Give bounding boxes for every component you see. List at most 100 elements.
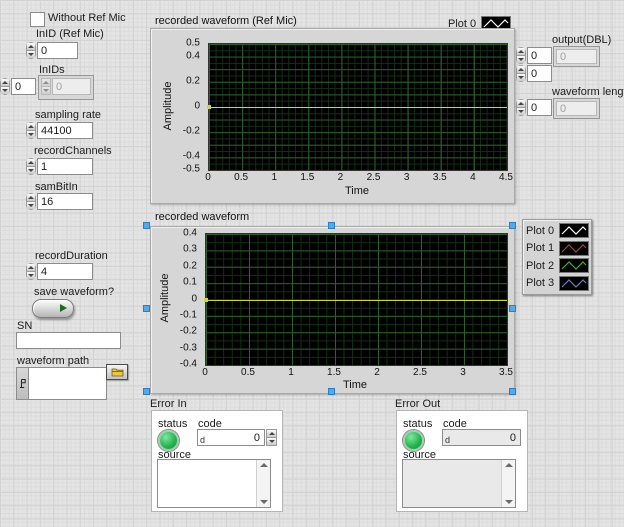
selection-handle-top-left[interactable] (143, 222, 150, 229)
x-tick-label: 0 (205, 172, 211, 183)
y-tick-label: 0.2 (186, 75, 200, 86)
graph1-zero-line (209, 107, 507, 108)
record-duration-numeric[interactable]: 4 (26, 263, 93, 280)
selection-handle-top-right[interactable] (509, 222, 516, 229)
error-out-source-scrollbar[interactable] (501, 460, 515, 507)
error-in-status-led[interactable] (158, 430, 179, 451)
waveform-path-control[interactable] (16, 367, 107, 400)
y-tick-label: 0.4 (186, 50, 200, 61)
without-ref-mic-checkbox[interactable] (30, 12, 45, 27)
x-tick-label: 1 (271, 172, 277, 183)
x-tick-label: 2 (374, 367, 380, 378)
output-dbl-index1-spinner[interactable] (516, 47, 526, 64)
legend-item[interactable]: Plot 3 (526, 275, 588, 292)
graph1-plot-area[interactable] (208, 43, 508, 171)
y-tick-label: -0.1 (180, 309, 197, 320)
inids-element-value[interactable]: 0 (52, 78, 91, 95)
x-tick-label: 3 (404, 172, 410, 183)
sampling-rate-label: sampling rate (35, 109, 101, 121)
without-ref-mic-label: Without Ref Mic (48, 12, 126, 24)
inid-value[interactable]: 0 (37, 42, 78, 59)
sam-bit-in-spinner[interactable] (26, 193, 36, 210)
save-waveform-toggle-button[interactable] (32, 299, 74, 318)
scroll-up-icon[interactable] (505, 463, 513, 467)
sn-input[interactable] (16, 332, 121, 349)
inids-index-spinner[interactable] (0, 78, 10, 95)
selection-handle-mid-left[interactable] (143, 305, 150, 312)
error-in-source-scrollbar[interactable] (256, 460, 270, 507)
waveform-length-index-spinner[interactable] (516, 99, 526, 116)
x-tick-label: 4 (470, 172, 476, 183)
browse-folder-button[interactable] (106, 364, 128, 380)
plot-line-icon (559, 276, 589, 291)
error-in-source-field[interactable] (157, 459, 271, 508)
waveform-length-index[interactable]: 0 (516, 99, 552, 116)
graph2-x-ticks: 00.511.522.533.5 (205, 367, 506, 379)
output-dbl-element-frame: 0 (553, 46, 600, 67)
output-dbl-index1-value[interactable]: 0 (527, 47, 552, 64)
record-duration-value[interactable]: 4 (37, 263, 93, 280)
inids-index-value[interactable]: 0 (11, 78, 36, 95)
legend-item-label: Plot 0 (526, 225, 554, 237)
waveform-length-index-value[interactable]: 0 (527, 99, 552, 116)
selection-handle-bottom-left[interactable] (143, 388, 150, 395)
legend-item-label: Plot 2 (526, 260, 554, 272)
legend-item[interactable]: Plot 0 (526, 222, 588, 239)
x-tick-label: 0.5 (241, 367, 255, 378)
y-tick-label: 0.2 (183, 260, 197, 271)
output-dbl-index2-value[interactable]: 0 (527, 65, 552, 82)
y-tick-label: -0.5 (183, 164, 200, 175)
error-in-title: Error In (150, 398, 187, 410)
x-tick-label: 2.5 (413, 367, 427, 378)
x-tick-label: 0 (202, 367, 208, 378)
selection-handle-bottom-mid[interactable] (328, 388, 335, 395)
record-duration-spinner[interactable] (26, 263, 36, 280)
selection-handle-mid-right[interactable] (509, 305, 516, 312)
inid-numeric[interactable]: 0 (26, 42, 78, 59)
record-channels-value[interactable]: 1 (37, 158, 93, 175)
record-channels-spinner[interactable] (26, 158, 36, 175)
legend-item[interactable]: Plot 2 (526, 257, 588, 274)
waveform-graph[interactable]: 0.40.30.20.10-0.1-0.2-0.3-0.4 00.511.522… (150, 226, 515, 394)
error-in-code-spinner[interactable] (266, 429, 277, 446)
graph1-y-axis-label: Amplitude (162, 82, 174, 131)
graph2-y-axis-label: Amplitude (159, 274, 171, 323)
inids-element[interactable]: 0 (41, 78, 91, 95)
sam-bit-in-value[interactable]: 16 (37, 193, 93, 210)
selection-handle-bottom-right[interactable] (509, 388, 516, 395)
sampling-rate-spinner[interactable] (26, 122, 36, 139)
waveform-graph-ref-mic[interactable]: 0.50.40.20-0.2-0.4-0.5 00.511.522.533.54… (150, 28, 515, 204)
inids-element-frame: 0 (38, 75, 94, 100)
error-out-status-led (403, 430, 424, 451)
legend-item[interactable]: Plot 1 (526, 240, 588, 257)
inid-spinner[interactable] (26, 42, 36, 59)
plot-line-icon (559, 241, 589, 256)
folder-icon (111, 367, 124, 377)
output-dbl-index2[interactable]: 0 (516, 65, 552, 82)
waveform-path-value[interactable] (28, 367, 107, 400)
output-dbl-index2-spinner[interactable] (516, 65, 526, 82)
output-dbl-label: output(DBL) (552, 34, 611, 46)
graph2-legend[interactable]: Plot 0 Plot 1 Plot 2 Plot 3 (522, 219, 592, 295)
sampling-rate-numeric[interactable]: 44100 (26, 122, 93, 139)
x-tick-label: 1.5 (300, 172, 314, 183)
green-arrow-icon (60, 304, 67, 312)
record-channels-numeric[interactable]: 1 (26, 158, 93, 175)
error-in-code-field[interactable]: d 0 (197, 429, 265, 446)
output-dbl-index1[interactable]: 0 (516, 47, 552, 64)
selection-handle-top-mid[interactable] (328, 222, 335, 229)
inids-element-spinner[interactable] (41, 78, 51, 95)
scroll-up-icon[interactable] (260, 463, 268, 467)
path-type-icon[interactable] (16, 367, 28, 400)
plot-line-icon (559, 258, 589, 273)
sampling-rate-value[interactable]: 44100 (37, 122, 93, 139)
y-tick-label: -0.4 (180, 359, 197, 370)
graph2-plot-area[interactable] (205, 233, 508, 366)
inids-index[interactable]: 0 (0, 78, 36, 95)
error-in-code-control[interactable]: d 0 (197, 429, 277, 446)
sam-bit-in-numeric[interactable]: 16 (26, 193, 93, 210)
error-out-status-label: status (403, 418, 432, 430)
legend-item-label: Plot 1 (526, 242, 554, 254)
scroll-down-icon[interactable] (505, 500, 513, 504)
scroll-down-icon[interactable] (260, 500, 268, 504)
